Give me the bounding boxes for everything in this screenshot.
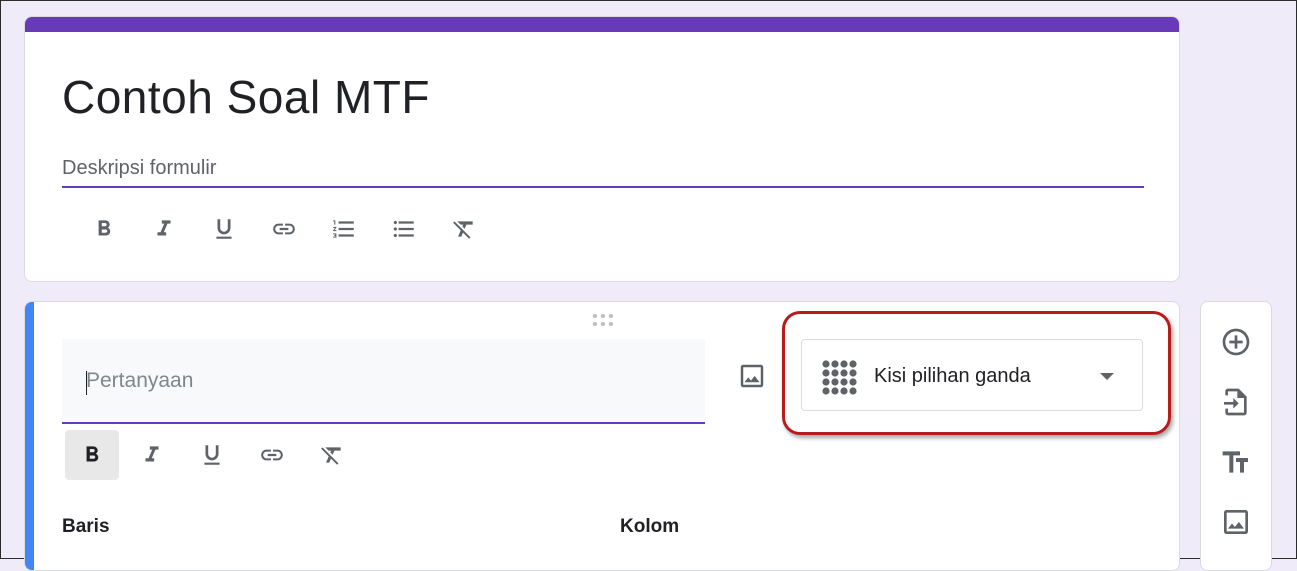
link-button[interactable] <box>245 430 299 480</box>
link-icon <box>273 223 295 235</box>
add-question-button[interactable] <box>1214 320 1258 364</box>
add-image-icon <box>1224 510 1248 534</box>
numbered-list-icon <box>333 220 354 238</box>
form-title[interactable]: Contoh Soal MTF <box>62 70 430 124</box>
add-title-icon <box>1222 451 1248 473</box>
clear-format-button[interactable] <box>305 430 359 480</box>
drag-handle-icon[interactable] <box>591 312 615 333</box>
clear-format-icon <box>453 221 473 239</box>
add-image-side-button[interactable] <box>1214 500 1258 544</box>
numbered-list-button[interactable] <box>317 204 371 254</box>
link-button[interactable] <box>257 204 311 254</box>
underline-button[interactable] <box>197 204 251 254</box>
add-image-button[interactable] <box>730 354 774 398</box>
add-question-icon <box>1222 328 1250 356</box>
italic-button[interactable] <box>137 204 191 254</box>
import-questions-icon <box>1224 388 1247 416</box>
floating-side-toolbar <box>1200 301 1272 571</box>
question-format-toolbar <box>65 430 365 480</box>
bold-button[interactable] <box>77 204 131 254</box>
bold-button[interactable] <box>65 430 119 480</box>
description-format-toolbar <box>77 204 497 254</box>
bold-icon <box>98 220 111 236</box>
description-underline <box>62 186 1144 188</box>
link-icon <box>261 449 283 461</box>
add-title-button[interactable] <box>1214 440 1258 484</box>
question-placeholder: Pertanyaan <box>86 369 194 392</box>
highlight-annotation <box>782 311 1171 435</box>
italic-icon <box>157 220 171 236</box>
bulleted-list-icon <box>393 220 414 238</box>
rows-heading: Baris <box>62 516 110 537</box>
bulleted-list-button[interactable] <box>377 204 431 254</box>
bold-icon <box>86 446 99 462</box>
underline-icon <box>204 445 220 465</box>
italic-button[interactable] <box>125 430 179 480</box>
columns-heading: Kolom <box>620 516 680 537</box>
underline-button[interactable] <box>185 430 239 480</box>
theme-accent-bar <box>25 17 1179 32</box>
question-input[interactable]: Pertanyaan <box>62 339 705 424</box>
clear-format-button[interactable] <box>437 204 491 254</box>
underline-icon <box>216 219 232 239</box>
clear-format-icon <box>321 447 341 465</box>
image-icon <box>740 364 764 388</box>
italic-icon <box>145 446 159 462</box>
import-questions-button[interactable] <box>1214 380 1258 424</box>
form-title-card: Contoh Soal MTF Deskripsi formulir <box>24 16 1180 282</box>
active-card-indicator <box>25 302 34 570</box>
form-description-field[interactable]: Deskripsi formulir <box>62 157 216 180</box>
